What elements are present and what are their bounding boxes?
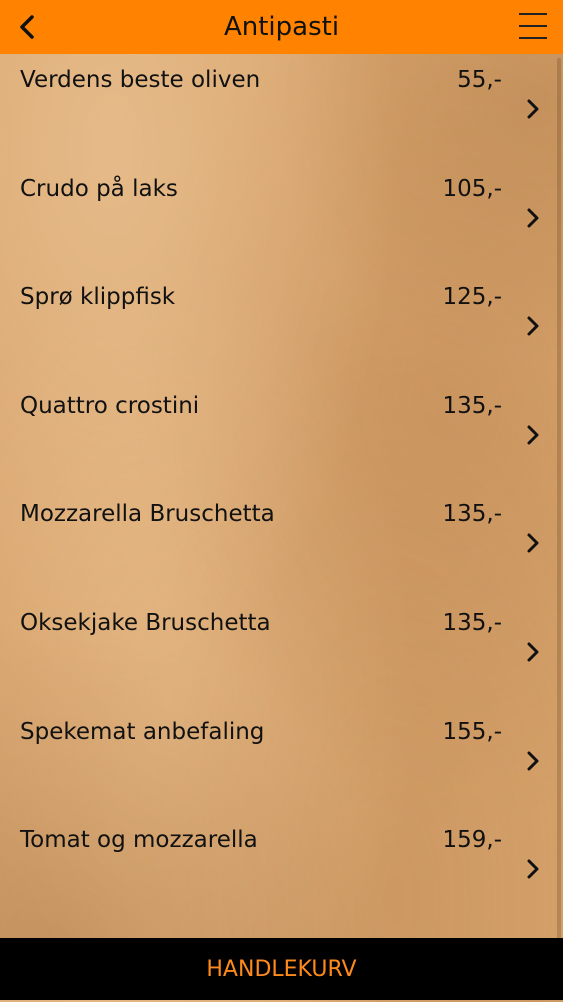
chevron-right-icon [527, 859, 539, 879]
cart-button-label: HANDLEKURV [206, 957, 357, 982]
menu-item[interactable]: Crudo på laks 105,- [0, 163, 563, 272]
menu-item-price: 105,- [442, 175, 502, 202]
menu-list: Verdens beste oliven 55,- Crudo på laks … [0, 54, 563, 938]
chevron-right-icon [527, 208, 539, 228]
menu-item[interactable]: Mozzarella Bruschetta 135,- [0, 488, 563, 597]
cart-button[interactable]: HANDLEKURV [0, 938, 563, 1000]
menu-item[interactable]: Verdens beste oliven 55,- [0, 54, 563, 163]
menu-item-name: Verdens beste oliven [20, 67, 261, 93]
menu-item-name: Crudo på laks [20, 175, 178, 202]
scrollbar[interactable] [557, 58, 561, 958]
menu-item[interactable]: Sprø klippfisk 125,- [0, 271, 563, 380]
chevron-right-icon [527, 425, 539, 445]
menu-item-price: 155,- [442, 718, 502, 745]
chevron-right-icon [527, 99, 539, 119]
chevron-right-icon [527, 751, 539, 771]
top-bar: Antipasti [0, 0, 563, 54]
chevron-right-icon [527, 642, 539, 662]
menu-button[interactable] [517, 10, 549, 42]
menu-item-price: 135,- [442, 501, 502, 528]
menu-item-name: Oksekjake Bruschetta [20, 609, 271, 636]
page-title: Antipasti [223, 12, 340, 42]
menu-item[interactable]: Spekemat anbefaling 155,- [0, 706, 563, 815]
menu-item-name: Quattro crostini [20, 392, 200, 419]
chevron-right-icon [527, 316, 539, 336]
menu-item[interactable]: Oksekjake Bruschetta 135,- [0, 597, 563, 706]
menu-item-price: 135,- [442, 392, 502, 419]
hamburger-menu-icon [519, 13, 547, 39]
menu-item-price: 55,- [457, 67, 502, 93]
menu-item-name: Mozzarella Bruschetta [20, 501, 275, 528]
menu-item-name: Sprø klippfisk [20, 284, 176, 311]
menu-item-price: 159,- [442, 827, 502, 854]
menu-item[interactable]: Tomat og mozzarella 159,- [0, 814, 563, 923]
menu-item[interactable]: Quattro crostini 135,- [0, 380, 563, 489]
menu-item-name: Spekemat anbefaling [20, 718, 265, 745]
menu-item-price: 125,- [442, 284, 502, 311]
menu-item-price: 135,- [442, 609, 502, 636]
chevron-right-icon [527, 533, 539, 553]
menu-item-name: Tomat og mozzarella [20, 827, 258, 854]
